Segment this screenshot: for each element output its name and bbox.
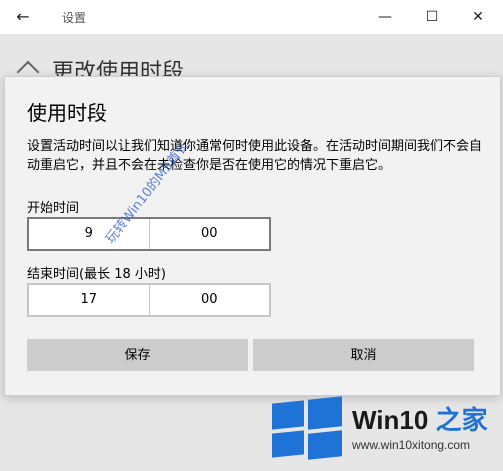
logo-brand-main: Win10	[352, 405, 429, 435]
end-time-picker[interactable]: 17 00	[27, 283, 271, 317]
logo-brand-accent: 之家	[435, 405, 488, 435]
end-time-label: 结束时间(最长 18 小时)	[27, 267, 166, 282]
start-time-picker[interactable]: 9 00	[27, 217, 271, 251]
close-button[interactable]: ✕	[455, 4, 501, 30]
start-time-label: 开始时间	[27, 201, 80, 216]
minimize-button[interactable]: —	[362, 4, 408, 30]
save-button[interactable]: 保存	[27, 339, 248, 371]
logo-url: www.win10xitong.com	[352, 438, 471, 452]
start-minute-field[interactable]: 00	[150, 219, 270, 249]
maximize-button[interactable]: ☐	[409, 4, 455, 30]
back-arrow-icon[interactable]: ←	[10, 6, 36, 28]
cancel-button[interactable]: 取消	[253, 339, 474, 371]
logo-brand: Win10 之家	[352, 400, 488, 437]
win10-logo: Win10 之家 www.win10xitong.com	[268, 388, 503, 471]
dialog-description: 设置活动时间以让我们知道你通常何时使用此设备。在活动时间期间我们不会自动重启它，…	[27, 139, 483, 173]
windows-logo-icon	[272, 396, 342, 460]
end-hour-field[interactable]: 17	[29, 285, 150, 315]
title-bar: ← 设置 — ☐ ✕	[0, 0, 503, 34]
end-minute-field[interactable]: 00	[150, 285, 270, 315]
window-title: 设置	[62, 11, 87, 25]
active-hours-dialog: 使用时段 设置活动时间以让我们知道你通常何时使用此设备。在活动时间期间我们不会自…	[4, 76, 501, 396]
dialog-title: 使用时段	[27, 101, 107, 125]
